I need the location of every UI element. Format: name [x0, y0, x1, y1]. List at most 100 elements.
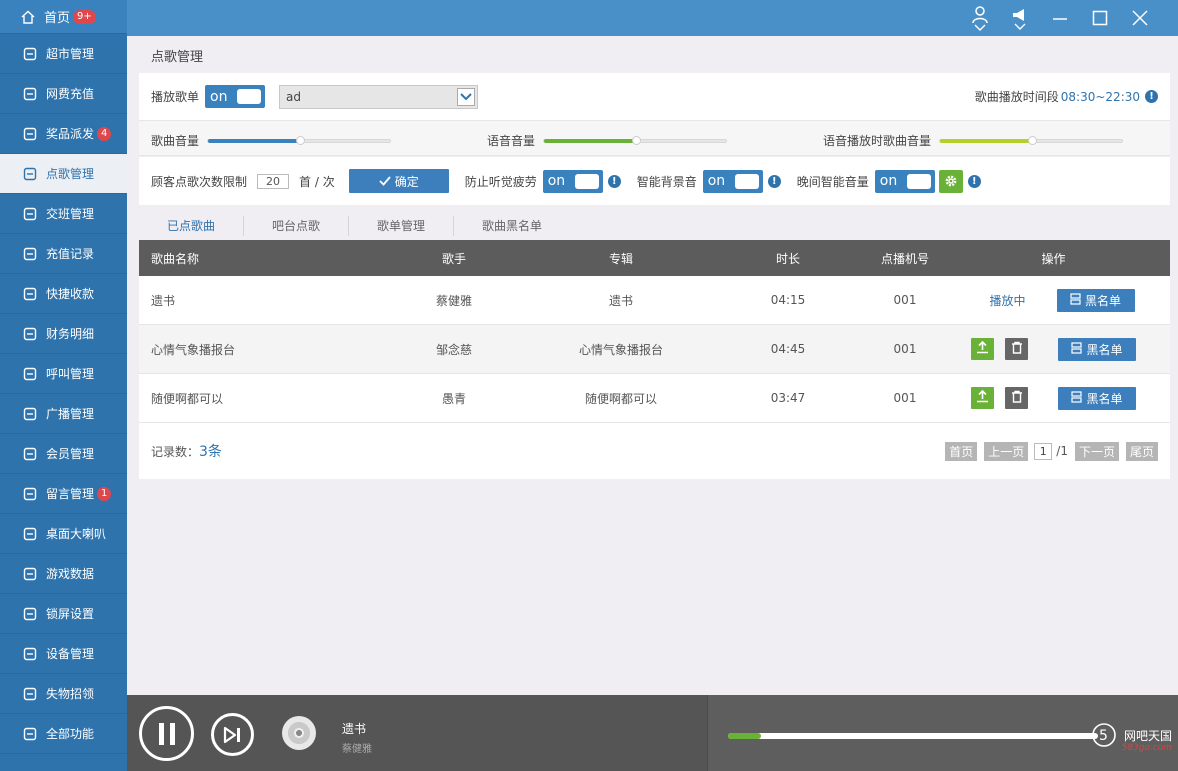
home-icon	[20, 9, 36, 25]
playback-progress-bar[interactable]	[728, 733, 1098, 739]
call-icon	[22, 366, 38, 382]
notification-badge: 9+	[73, 9, 96, 24]
voice-song-volume-slider[interactable]	[939, 135, 1124, 145]
sidebar-item[interactable]: 超市管理	[0, 34, 127, 74]
night-volume-settings-button[interactable]	[938, 169, 963, 193]
next-page-button[interactable]: 下一页	[1074, 441, 1119, 461]
playlist-settings-row: 播放歌单 on ad 歌曲播放时间段 08:30~22:30 !	[139, 73, 1170, 120]
delete-button[interactable]	[1005, 387, 1028, 409]
voice-volume-label: 语音音量	[487, 134, 536, 148]
sidebar-item[interactable]: 广播管理	[0, 394, 127, 434]
upload-icon	[976, 389, 989, 406]
limit-input[interactable]: 20	[257, 173, 290, 189]
sidebar-item[interactable]: 失物招领	[0, 674, 127, 714]
blacklist-label: 黑名单	[1086, 342, 1123, 357]
minimize-button[interactable]	[1040, 0, 1080, 36]
sidebar-item[interactable]: 点歌管理	[0, 154, 127, 194]
sidebar-item[interactable]: 设备管理	[0, 634, 127, 674]
sidebar-item[interactable]: 财务明细	[0, 314, 127, 354]
slider-fill	[940, 138, 1033, 143]
sidebar-item-home[interactable]: 首页 9+	[0, 0, 127, 34]
sidebar-item[interactable]: 桌面大喇叭	[0, 514, 127, 554]
store-icon	[22, 46, 38, 62]
confirm-button[interactable]: 确定	[348, 169, 449, 193]
watermark-logo: 5 网吧天国 583go.com	[1090, 721, 1172, 753]
device-icon	[22, 646, 38, 662]
time-range-value[interactable]: 08:30~22:30	[1061, 90, 1140, 104]
song-volume-label: 歌曲音量	[151, 134, 200, 148]
tab[interactable]: 已点歌曲	[139, 216, 245, 244]
info-icon[interactable]: !	[607, 174, 621, 188]
move-top-button[interactable]	[971, 338, 994, 360]
tab[interactable]: 吧台点歌	[244, 216, 350, 236]
play-time-range: 歌曲播放时间段 08:30~22:30 !	[975, 88, 1158, 105]
limit-settings-row: 顾客点歌次数限制 20 首 / 次 确定 防止听觉疲劳 on ! 智能背景音 o…	[139, 157, 1170, 205]
info-icon[interactable]: !	[1145, 90, 1158, 103]
toggle-text: on	[879, 173, 898, 189]
sidebar-item[interactable]: 全部功能	[0, 714, 127, 754]
sidebar-item-label: 桌面大喇叭	[46, 527, 107, 541]
sidebar-item[interactable]: 交班管理	[0, 194, 127, 234]
notification-badge: 4	[97, 126, 112, 141]
song-table: 歌曲名称 歌手 专辑 时长 点播机号 操作 遗书 蔡健雅 遗书 04:15 001 播放中…	[139, 240, 1170, 479]
tab-bar: 已点歌曲 吧台点歌 歌单管理 歌曲黑名单	[139, 212, 570, 244]
broadcast-icon	[22, 406, 38, 422]
sidebar-item[interactable]: 会员管理	[0, 434, 127, 474]
page-input[interactable]: 1	[1034, 442, 1053, 460]
finance-icon	[22, 326, 38, 342]
info-icon[interactable]: !	[767, 174, 781, 188]
delete-button[interactable]	[1005, 338, 1028, 360]
anti-fatigue-toggle[interactable]: on	[542, 169, 603, 193]
pause-button[interactable]	[139, 706, 194, 761]
tab[interactable]: 歌单管理	[349, 216, 455, 236]
sidebar-item[interactable]: 快捷收款	[0, 274, 127, 314]
tab[interactable]: 歌曲黑名单	[454, 216, 570, 236]
slider-thumb[interactable]	[296, 135, 306, 145]
sidebar-item[interactable]: 呼叫管理	[0, 354, 127, 394]
player-bar: 遗书 蔡健雅 5 网吧天国 583go.com	[127, 695, 1178, 771]
sidebar-item[interactable]: 锁屏设置	[0, 594, 127, 634]
slider-thumb[interactable]	[1028, 135, 1038, 145]
song-volume-slider[interactable]	[207, 135, 392, 145]
sidebar-item[interactable]: 充值记录	[0, 234, 127, 274]
sidebar-item[interactable]: 留言管理 1	[0, 474, 127, 514]
blacklist-button[interactable]: 黑名单	[1058, 337, 1136, 361]
card-icon	[22, 86, 38, 102]
slider-thumb[interactable]	[632, 135, 642, 145]
sidebar-item[interactable]: 游戏数据	[0, 554, 127, 594]
voice-volume-group: 语音音量	[487, 132, 728, 149]
page-title: 点歌管理	[151, 50, 204, 65]
cell-duration: 04:45	[770, 342, 806, 356]
header-duration: 时长	[775, 251, 800, 266]
move-top-button[interactable]	[971, 387, 994, 409]
sidebar-item[interactable]: 网费充值	[0, 74, 127, 114]
cell-duration: 03:47	[770, 391, 806, 405]
playlist-toggle[interactable]: on	[205, 85, 266, 108]
user-menu-button[interactable]	[960, 0, 1000, 36]
smart-bg-toggle[interactable]: on	[702, 169, 763, 193]
info-icon[interactable]: !	[967, 174, 981, 188]
last-page-button[interactable]: 尾页	[1125, 441, 1158, 461]
voice-volume-slider[interactable]	[543, 135, 728, 145]
sidebar-item[interactable]: 奖品派发 4	[0, 114, 127, 154]
coin-icon	[22, 286, 38, 302]
table-row: 遗书 蔡健雅 遗书 04:15 001 播放中 黑名单	[139, 276, 1170, 325]
notice-menu-button[interactable]	[1000, 0, 1040, 36]
sidebar-item-label: 锁屏设置	[46, 607, 95, 621]
next-track-button[interactable]	[211, 713, 254, 756]
playlist-select[interactable]: ad	[279, 84, 479, 109]
sidebar-item-label: 全部功能	[46, 727, 95, 741]
cell-song-name: 心情气象播报台	[151, 342, 236, 357]
prev-page-button[interactable]: 上一页	[984, 441, 1029, 461]
pause-icon	[158, 722, 175, 745]
night-volume-toggle[interactable]: on	[874, 169, 935, 193]
first-page-button[interactable]: 首页	[945, 441, 978, 461]
maximize-button[interactable]	[1080, 0, 1120, 36]
blacklist-button[interactable]: 黑名单	[1058, 386, 1136, 410]
maximize-icon	[1092, 10, 1108, 26]
blacklist-button[interactable]: 黑名单	[1056, 288, 1135, 312]
blacklist-icon	[1071, 341, 1086, 357]
close-button[interactable]	[1120, 0, 1160, 36]
now-playing-title: 遗书	[342, 722, 367, 736]
watermark-sub: 583go.com	[1121, 743, 1172, 753]
